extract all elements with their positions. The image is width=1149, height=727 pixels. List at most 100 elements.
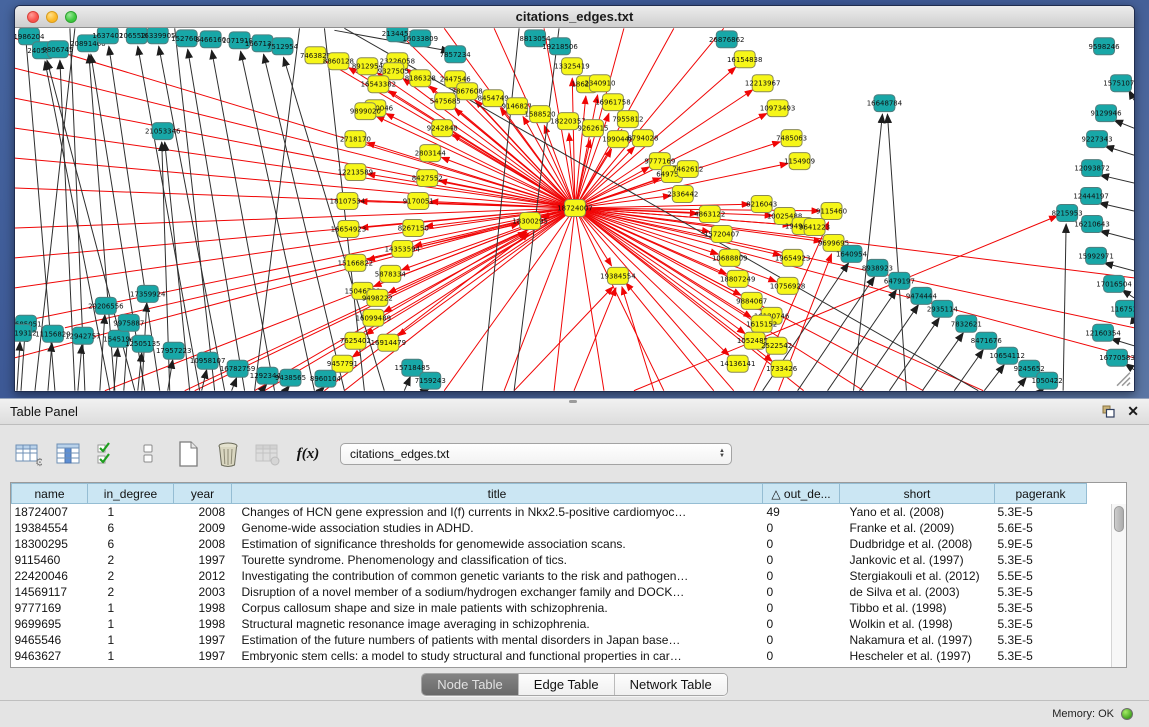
- network-node[interactable]: 12093872: [1074, 160, 1109, 177]
- network-node[interactable]: 1154909: [784, 153, 815, 170]
- network-edge: [15, 208, 575, 288]
- network-node[interactable]: 15992971: [1078, 247, 1113, 264]
- network-node[interactable]: 17359924: [130, 285, 166, 302]
- column-header-year[interactable]: year: [174, 484, 232, 504]
- network-node[interactable]: 1733426: [766, 360, 797, 377]
- network-node[interactable]: 8471676: [971, 332, 1002, 349]
- network-node[interactable]: 15166822: [338, 254, 373, 271]
- network-node[interactable]: 12213967: [745, 75, 780, 92]
- network-node[interactable]: 8960104: [310, 370, 342, 387]
- network-node[interactable]: 16648784: [867, 95, 903, 112]
- node-label: 14136141: [720, 360, 755, 368]
- table-vertical-scrollbar[interactable]: [1111, 504, 1126, 667]
- network-node[interactable]: 5878334: [375, 265, 407, 282]
- node-label: 17957223: [156, 347, 191, 355]
- table-row[interactable]: 946362711997Embryonic stem cells: a mode…: [12, 648, 1087, 664]
- network-node[interactable]: 10756928: [770, 277, 805, 294]
- select-rows-check-button[interactable]: [90, 436, 126, 472]
- network-node[interactable]: 8215953: [1052, 205, 1083, 222]
- node-label: 16543382: [361, 81, 396, 89]
- column-header-pagerank[interactable]: pagerank: [995, 484, 1087, 504]
- resize-grip-icon[interactable]: [1117, 373, 1130, 386]
- node-label: 8860128: [323, 58, 354, 66]
- network-node[interactable]: 20206556: [88, 297, 123, 314]
- network-node[interactable]: 8186328: [405, 70, 436, 87]
- node-label: 14353594: [385, 245, 421, 253]
- network-node[interactable]: 16654923: [331, 220, 366, 237]
- network-node[interactable]: 16961758: [595, 94, 630, 111]
- network-node[interactable]: 9242848: [427, 120, 458, 137]
- table-row[interactable]: 1872400712008Changes of HCN gene express…: [12, 504, 1087, 520]
- network-graph[interactable]: 1872400718300295193845547463822886012889…: [15, 28, 1134, 391]
- network-edge: [1104, 263, 1134, 271]
- node-label: 12213967: [745, 80, 780, 88]
- network-node[interactable]: 8427552: [412, 170, 443, 187]
- column-header-name[interactable]: name: [12, 484, 88, 504]
- table-row[interactable]: 977716911998Corpus callosum shape and si…: [12, 600, 1087, 616]
- network-node[interactable]: 7485063: [776, 130, 807, 147]
- node-label: 15751074: [1103, 80, 1134, 88]
- table-selector-dropdown[interactable]: citations_edges.txt ▲▼: [340, 443, 732, 465]
- window-titlebar[interactable]: citations_edges.txt: [15, 6, 1134, 28]
- network-node[interactable]: 16210643: [1074, 215, 1109, 232]
- network-node[interactable]: 18107534: [330, 193, 366, 210]
- table-row[interactable]: 1456911722003Disruption of a novel membe…: [12, 584, 1087, 600]
- network-node[interactable]: 9598246: [1089, 38, 1120, 55]
- node-label: 2522542: [761, 342, 792, 350]
- network-node[interactable]: 12160354: [1085, 324, 1121, 341]
- network-node[interactable]: 6794028: [627, 130, 658, 147]
- network-node[interactable]: 14353594: [385, 240, 421, 257]
- table-row[interactable]: 969969511998Structural magnetic resonanc…: [12, 616, 1087, 632]
- network-node[interactable]: 14136141: [720, 355, 755, 372]
- node-label: 5878334: [375, 270, 407, 278]
- tab-node-table[interactable]: Node Table: [422, 674, 518, 695]
- network-node[interactable]: 7955812: [612, 111, 643, 128]
- node-label: 17359924: [130, 290, 166, 298]
- network-canvas[interactable]: 1872400718300295193845547463822886012889…: [15, 28, 1134, 391]
- network-node[interactable]: 9129946: [1091, 105, 1122, 122]
- table-row[interactable]: 946554611997Estimation of the future num…: [12, 632, 1087, 648]
- column-header-in_degree[interactable]: in_degree: [88, 484, 174, 504]
- trash-icon-button[interactable]: [210, 436, 246, 472]
- function-builder-button[interactable]: f(x): [290, 436, 326, 472]
- tab-edge-table[interactable]: Edge Table: [518, 674, 614, 695]
- column-header-out_de[interactable]: △ out_de...: [763, 484, 840, 504]
- network-node[interactable]: 17016504: [1096, 275, 1132, 292]
- network-node[interactable]: 15751074: [1103, 75, 1134, 92]
- close-panel-icon[interactable]: ✕: [1127, 403, 1139, 420]
- network-edge: [575, 140, 590, 208]
- tab-network-table[interactable]: Network Table: [614, 674, 727, 695]
- network-node[interactable]: 16914479: [371, 334, 406, 351]
- node-label: 12160354: [1085, 329, 1121, 337]
- network-node[interactable]: 16770583: [1099, 349, 1134, 366]
- splitter-handle[interactable]: [569, 400, 577, 403]
- table-settings-button[interactable]: ⚙: [10, 436, 46, 472]
- network-node[interactable]: 16154838: [727, 51, 762, 68]
- network-node[interactable]: 26876862: [709, 31, 744, 48]
- network-node[interactable]: 12444197: [1073, 188, 1108, 205]
- merge-rows-button[interactable]: [130, 436, 166, 472]
- table-row[interactable]: 1830029562008Estimation of significance …: [12, 536, 1087, 552]
- network-node[interactable]: 1167530: [1110, 300, 1134, 317]
- scrollbar-thumb[interactable]: [1114, 506, 1124, 532]
- node-label: 9170051: [403, 198, 434, 206]
- network-node[interactable]: 13325419: [554, 58, 589, 75]
- column-header-title[interactable]: title: [232, 484, 763, 504]
- node-label: 16770583: [1099, 354, 1134, 362]
- table-row[interactable]: 1938455462009Genome-wide association stu…: [12, 520, 1087, 536]
- select-columns-button[interactable]: [50, 436, 86, 472]
- network-node[interactable]: 10688809: [712, 249, 747, 266]
- node-label: 9474444: [906, 292, 938, 300]
- network-node[interactable]: 9115460: [816, 203, 847, 220]
- table-row[interactable]: 2242004622012Investigating the contribut…: [12, 568, 1087, 584]
- new-document-button[interactable]: [170, 436, 206, 472]
- node-label: 21053346: [145, 128, 180, 136]
- float-panel-icon[interactable]: [1102, 405, 1115, 418]
- network-node[interactable]: 7625402: [340, 332, 371, 349]
- table-row[interactable]: 911546021997Tourette syndrome. Phenomeno…: [12, 552, 1087, 568]
- network-node[interactable]: 7832621: [951, 315, 982, 332]
- network-node[interactable]: 9457791: [327, 355, 358, 372]
- network-node[interactable]: 7857234: [440, 46, 472, 63]
- network-node[interactable]: 9227343: [1082, 131, 1113, 148]
- column-header-short[interactable]: short: [840, 484, 995, 504]
